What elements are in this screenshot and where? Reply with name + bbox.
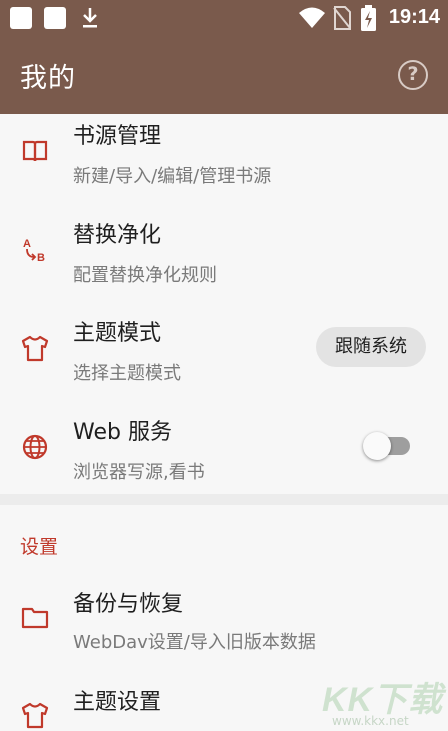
item-subtitle: 新建/导入/编辑/管理书源 bbox=[73, 166, 272, 187]
folder-icon bbox=[21, 607, 49, 629]
svg-text:A: A bbox=[23, 238, 31, 250]
replace-ab-icon: A B bbox=[23, 238, 45, 264]
app-bar: 我的 ? bbox=[0, 36, 448, 114]
item-title: 书源管理 bbox=[73, 124, 162, 149]
shirt-icon bbox=[21, 702, 49, 729]
no-sim-icon bbox=[333, 6, 351, 30]
section-header-settings: 设置 bbox=[20, 536, 59, 558]
item-title: 主题模式 bbox=[73, 321, 162, 346]
watermark-url: www.kkx.net bbox=[332, 714, 409, 728]
wifi-icon bbox=[299, 7, 325, 28]
item-title: 主题设置 bbox=[73, 690, 162, 715]
item-title: 替换净化 bbox=[73, 223, 162, 248]
list-item-backup-restore[interactable]: 备份与恢复 WebDav设置/导入旧版本数据 bbox=[0, 582, 448, 680]
square-icon bbox=[10, 7, 32, 29]
svg-text:B: B bbox=[37, 252, 45, 264]
item-subtitle: WebDav设置/导入旧版本数据 bbox=[73, 632, 316, 653]
status-bar: 19:14 bbox=[0, 0, 448, 36]
book-icon bbox=[22, 140, 48, 162]
square-icon bbox=[44, 7, 66, 29]
list-item-book-source[interactable]: 书源管理 新建/导入/编辑/管理书源 bbox=[0, 114, 448, 212]
shirt-icon bbox=[21, 335, 49, 362]
section-divider bbox=[0, 494, 448, 505]
page-title: 我的 bbox=[20, 63, 76, 94]
item-subtitle: 选择主题模式 bbox=[73, 363, 181, 384]
item-subtitle: 浏览器写源,看书 bbox=[73, 462, 205, 483]
download-icon bbox=[83, 8, 97, 28]
screen: 19:14 我的 ? 书源管理 新建/导入/编辑/管理书源 A B 替换净化 配… bbox=[0, 0, 448, 731]
item-title: Web 服务 bbox=[73, 420, 172, 445]
theme-mode-dropdown[interactable]: 跟随系统 bbox=[316, 327, 426, 367]
list-item-replace-rules[interactable]: A B 替换净化 配置替换净化规则 bbox=[0, 213, 448, 311]
globe-icon bbox=[22, 434, 48, 460]
status-time: 19:14 bbox=[388, 6, 440, 28]
web-service-toggle-thumb[interactable] bbox=[363, 432, 391, 460]
help-button[interactable]: ? bbox=[398, 60, 428, 90]
item-title: 备份与恢复 bbox=[73, 592, 184, 617]
battery-charging-icon bbox=[361, 5, 376, 31]
item-subtitle: 配置替换净化规则 bbox=[73, 265, 217, 286]
watermark: KK下载 www.kkx.net bbox=[322, 672, 448, 731]
